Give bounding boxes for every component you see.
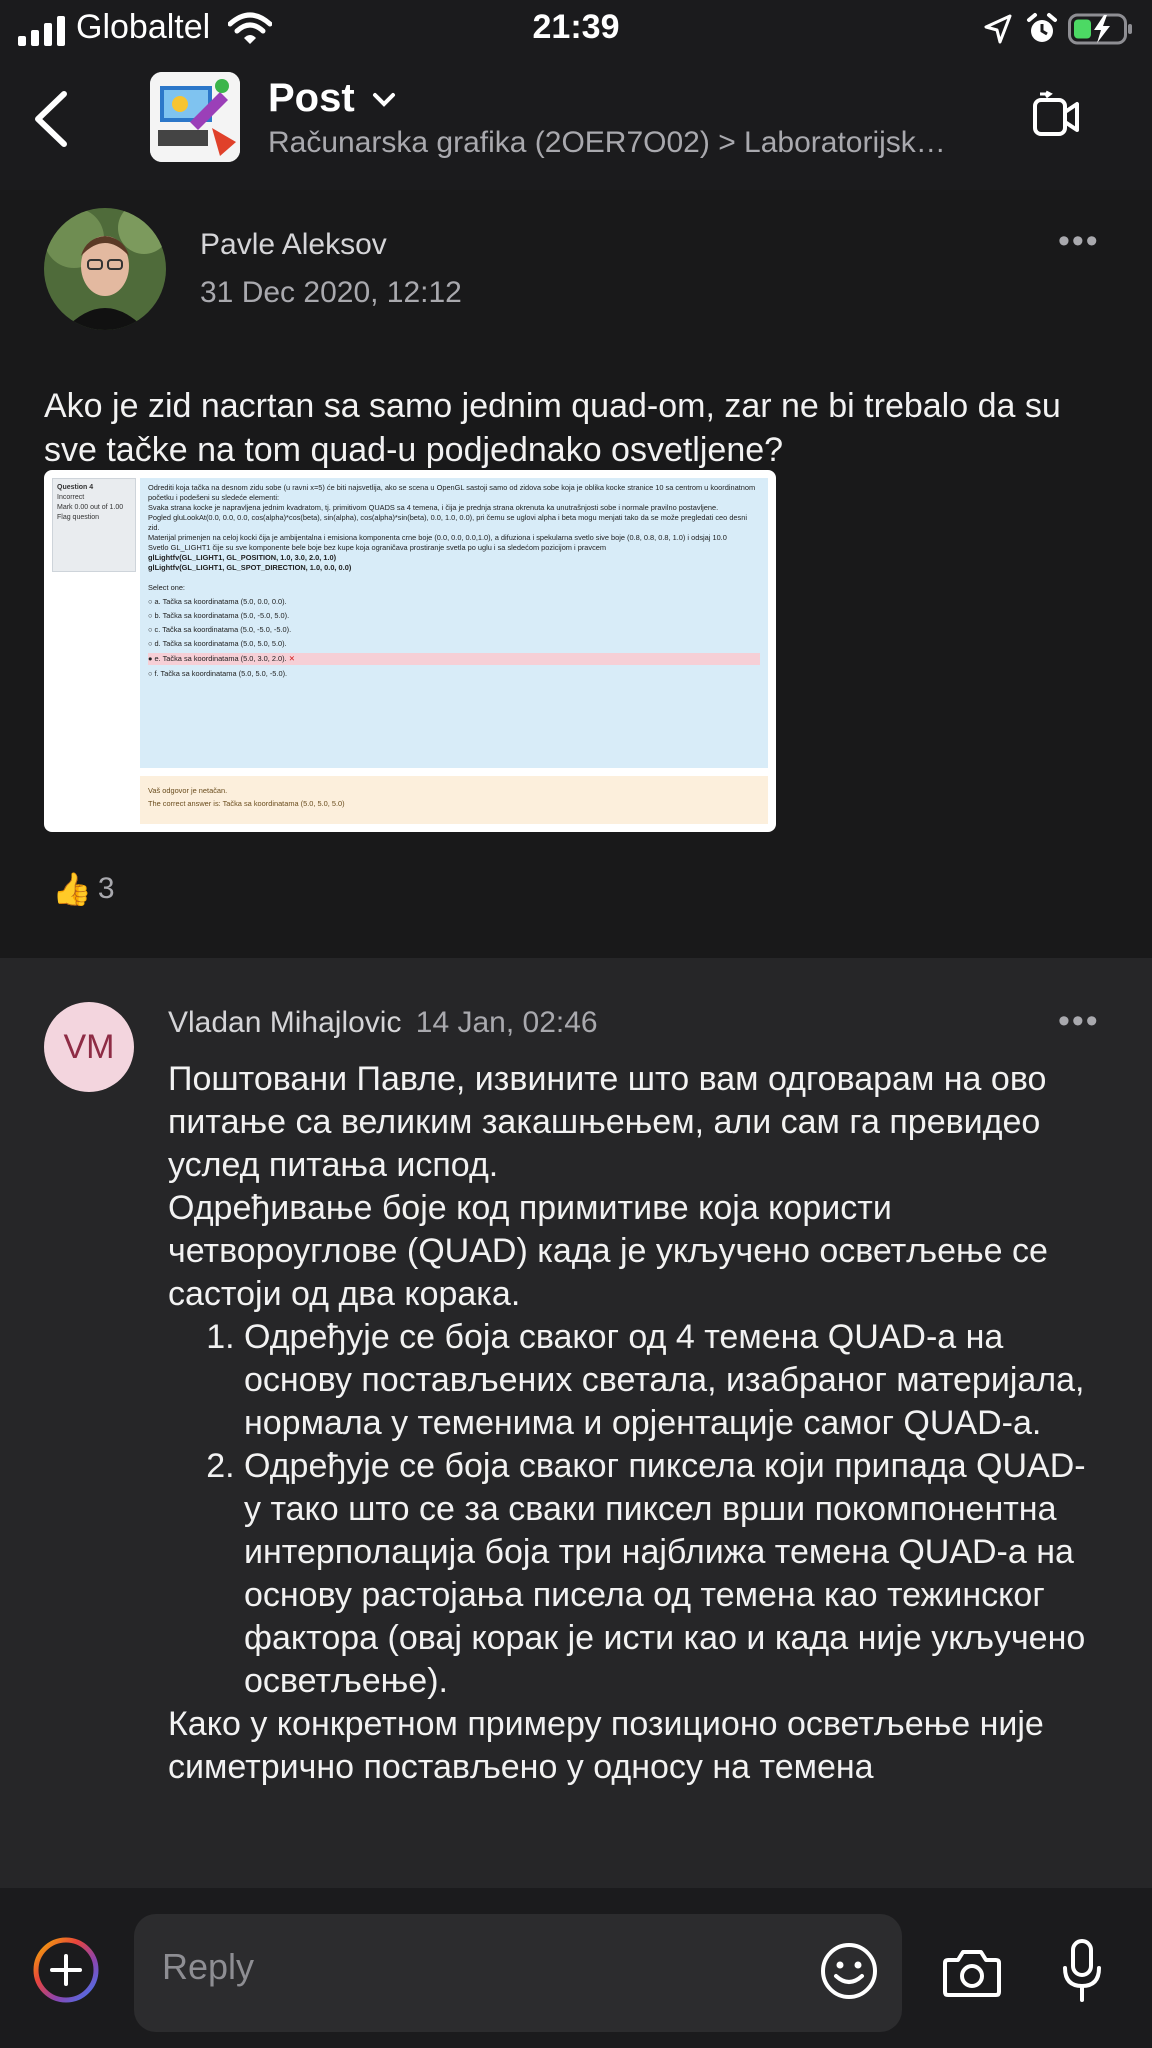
reply-placeholder: Reply: [162, 1946, 255, 1987]
question-line: Pogled gluLookAt(0.0, 0.0, 0.0, cos(alph…: [148, 513, 747, 532]
question-line: Materijal primenjen na celoj kocki čija …: [148, 533, 727, 542]
more-options-icon[interactable]: •••: [1058, 222, 1100, 261]
answer-option-selected: ● e. Tačka sa koordinatama (5.0, 3.0, 2.…: [148, 653, 760, 665]
chevron-down-icon: [372, 93, 395, 108]
reply-paragraph: Како у конкретном примеру позиционо осве…: [168, 1705, 1044, 1786]
correct-answer-text: The correct answer is: Tačka sa koordina…: [148, 799, 345, 808]
post-author[interactable]: Pavle Aleksov: [200, 228, 387, 262]
answer-option: ○ c. Tačka sa koordinatama (5.0, -5.0, -…: [148, 625, 292, 634]
reply-steps: Одређује се боја сваког од 4 темена QUAD…: [168, 1316, 1098, 1703]
flag-question: Flag question: [57, 514, 100, 521]
channel-icon: [150, 72, 240, 162]
answer-option: ○ f. Tačka sa koordinatama (5.0, 5.0, -5…: [148, 669, 288, 678]
feedback-text: Vaš odgovor je netačan.: [148, 786, 228, 795]
reply-step: Одређује се боја сваког од 4 темена QUAD…: [244, 1316, 1098, 1445]
answer-option: ○ d. Tačka sa koordinatama (5.0, 5.0, 5.…: [148, 639, 287, 648]
wrong-mark-icon: ✕: [288, 654, 295, 663]
reply-body: Поштовани Павле, извините што вам одгова…: [168, 1058, 1098, 1789]
select-label: Select one:: [148, 583, 185, 592]
breadcrumb[interactable]: Računarska grafika (2OER7O02) > Laborato…: [268, 126, 998, 160]
back-chevron-icon[interactable]: [32, 90, 72, 148]
question-line: Svetlo GL_LIGHT1 čije su sve komponente …: [148, 543, 607, 552]
question-text: Odrediti koja tačka na desnom zidu sobe …: [140, 478, 768, 768]
reply-header: Vladan Mihajlovic 14 Jan, 02:46: [168, 1006, 598, 1040]
camera-icon[interactable]: [942, 1944, 1002, 2000]
question-line: glLightfv(GL_LIGHT1, GL_POSITION, 1.0, 3…: [148, 553, 337, 562]
reply-step: Одређује се боја сваког пиксела који при…: [244, 1445, 1098, 1703]
question-line: Svaka strana kocke je napravljena jednim…: [148, 503, 719, 512]
avatar[interactable]: VM: [44, 1002, 134, 1092]
alarm-icon: [1027, 13, 1057, 42]
reply-date: 14 Jan, 02:46: [415, 1006, 598, 1039]
question-info: Question 4 Incorrect Mark 0.00 out of 1.…: [52, 478, 136, 572]
answer-option: ○ b. Tačka sa koordinatama (5.0, -5.0, 5…: [148, 611, 290, 620]
more-options-icon[interactable]: •••: [1058, 1002, 1100, 1041]
microphone-icon[interactable]: [1060, 1938, 1104, 2004]
add-icon[interactable]: [32, 1936, 100, 2004]
meet-now-icon[interactable]: [1032, 90, 1080, 142]
question-number: Question 4: [57, 484, 94, 491]
post-date: 31 Dec 2020, 12:12: [200, 276, 462, 309]
attached-image[interactable]: Question 4 Incorrect Mark 0.00 out of 1.…: [44, 470, 776, 832]
answer-option: ○ a. Tačka sa koordinatama (5.0, 0.0, 0.…: [148, 597, 287, 606]
thumbs-up-icon: 👍: [52, 871, 92, 907]
reply-paragraph: Поштовани Павле, извините што вам одгова…: [168, 1060, 1047, 1184]
status-bar: Globaltel 21:39: [0, 0, 1152, 60]
clock: 21:39: [532, 8, 620, 46]
like-reaction[interactable]: 👍 3: [52, 870, 115, 908]
question-line: Odrediti koja tačka na desnom zidu sobe …: [148, 483, 756, 502]
answer-feedback: Vaš odgovor je netačan. The correct answ…: [140, 776, 768, 824]
battery-icon: [1068, 13, 1132, 45]
post-body: Ako je zid nacrtan sa samo jednim quad-o…: [44, 387, 1061, 469]
reply-paragraph: Одређивање боје код примитиве која корис…: [168, 1189, 1048, 1313]
avatar[interactable]: [44, 208, 166, 330]
location-arrow-icon: [984, 14, 1012, 44]
question-status: Incorrect: [57, 494, 85, 501]
question-mark: Mark 0.00 out of 1.00: [57, 504, 124, 511]
emoji-icon[interactable]: [818, 1940, 880, 2002]
reply-author[interactable]: Vladan Mihajlovic: [168, 1006, 401, 1039]
question-line: glLightfv(GL_LIGHT1, GL_SPOT_DIRECTION, …: [148, 563, 352, 572]
page-title[interactable]: Post: [268, 76, 396, 121]
reaction-count: 3: [97, 872, 115, 905]
